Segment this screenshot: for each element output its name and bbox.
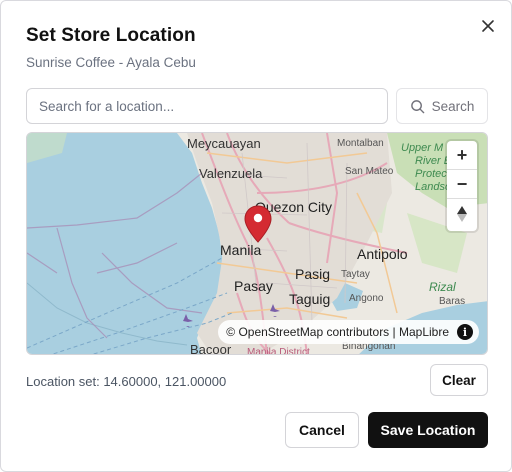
map-label-antipolo: Antipolo xyxy=(357,246,408,262)
location-search-input[interactable] xyxy=(26,88,388,124)
close-icon xyxy=(482,20,494,32)
zoom-in-button[interactable]: + xyxy=(447,141,477,170)
map-label-montalban: Montalban xyxy=(337,138,384,149)
search-button[interactable]: Search xyxy=(396,88,488,124)
location-status: Location set: 14.60000, 121.00000 xyxy=(26,374,227,389)
attribution-text[interactable]: © OpenStreetMap contributors | MapLibre xyxy=(226,325,449,339)
map-label-meycauayan: Meycauayan xyxy=(187,136,261,151)
close-button[interactable] xyxy=(477,15,499,37)
compass-icon xyxy=(457,205,467,222)
zoom-out-button[interactable]: − xyxy=(447,170,477,199)
map-label-pasay: Pasay xyxy=(234,278,273,294)
map-label-manila-district: Manila District xyxy=(247,347,310,355)
map-label-bacoor: Bacoor xyxy=(190,342,232,355)
map-label-park-2: River E xyxy=(415,155,452,167)
info-icon[interactable]: i xyxy=(457,324,473,340)
map-attribution: © OpenStreetMap contributors | MapLibre … xyxy=(218,320,479,344)
map-label-pasig: Pasig xyxy=(295,266,331,282)
map-label-manila: Manila xyxy=(220,242,262,258)
search-icon xyxy=(410,99,424,113)
dialog-subtitle: Sunrise Coffee - Ayala Cebu xyxy=(26,55,196,70)
search-button-label: Search xyxy=(431,98,475,114)
map-label-valenzuela: Valenzuela xyxy=(199,166,263,181)
map-label-park-4: Landsc xyxy=(415,181,451,193)
map-label-taguig: Taguig xyxy=(289,291,331,307)
map-label-angono: Angono xyxy=(349,293,384,304)
compass-button[interactable] xyxy=(447,199,477,228)
save-location-button[interactable]: Save Location xyxy=(368,412,488,448)
cancel-button[interactable]: Cancel xyxy=(285,412,359,448)
map-zoom-control: + − xyxy=(447,141,477,231)
map-label-baras: Baras xyxy=(439,296,466,307)
set-location-dialog: Set Store Location Sunrise Coffee - Ayal… xyxy=(0,0,512,472)
map-view[interactable]: Meycauayan Montalban Valenzuela San Mate… xyxy=(26,132,488,355)
map-label-park-1: Upper M xyxy=(401,142,444,154)
dialog-title: Set Store Location xyxy=(26,25,196,46)
clear-button[interactable]: Clear xyxy=(430,364,488,396)
map-label-park-3: Protect xyxy=(415,168,450,180)
map-pin-icon[interactable] xyxy=(244,205,272,243)
map-label-rizal: Rizal xyxy=(429,280,456,294)
map-label-taytay: Taytay xyxy=(341,269,370,280)
map-label-san-mateo: San Mateo xyxy=(345,166,394,177)
